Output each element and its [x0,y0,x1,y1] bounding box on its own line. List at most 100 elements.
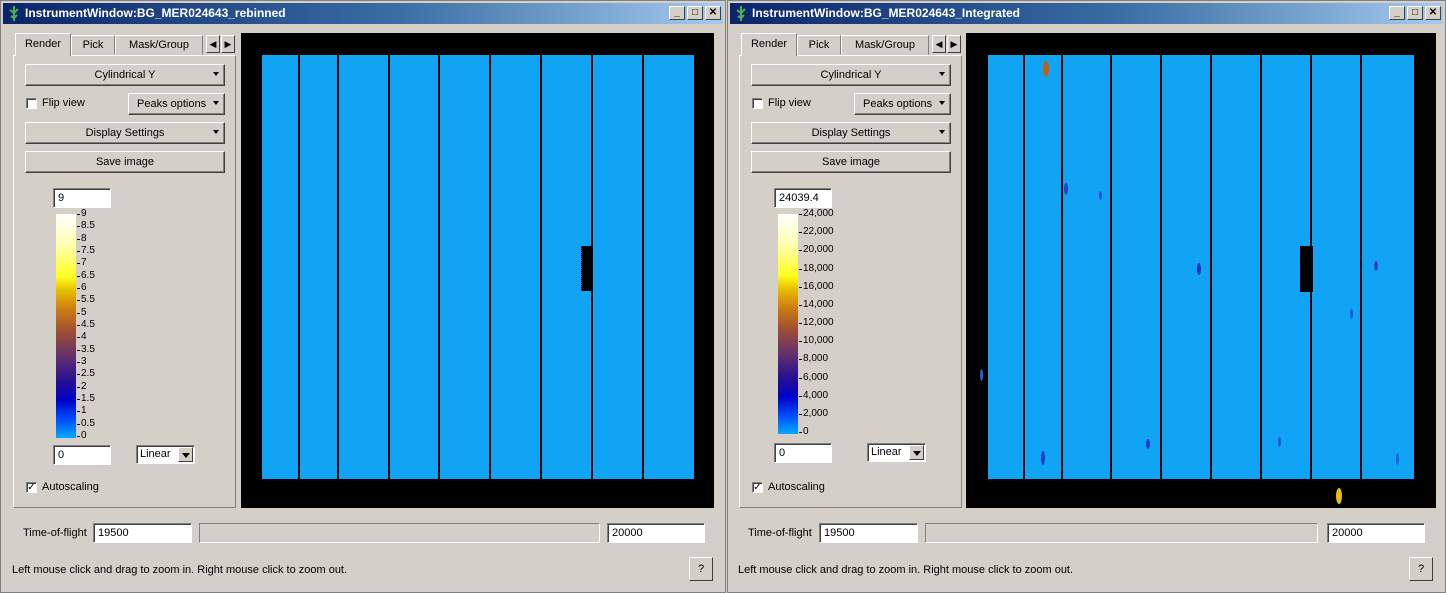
tof-min-input[interactable]: 19500 [819,523,918,543]
tab-scroll-left-button[interactable]: ◀ [932,35,946,53]
color-scale-tick: 0 [799,426,809,437]
chevron-down-icon [909,445,924,460]
status-text: Left mouse click and drag to zoom in. Ri… [738,564,1074,576]
intensity-spot [1350,309,1353,319]
intensity-spot [1146,439,1150,449]
scale-type-label: Linear [871,446,902,458]
color-max-input[interactable]: 9 [53,188,111,208]
projection-dropdown[interactable]: Cylindrical Y [25,64,225,86]
color-scale-tick: 16,000 [799,280,834,292]
beam-stop [581,246,593,291]
detector-bank [1312,55,1360,479]
color-scale-tick: 24,000 [799,208,834,219]
autoscaling-checkbox[interactable]: ✓ [26,482,37,493]
color-scale-tick: 5 [77,306,87,318]
tof-range-slider[interactable] [199,523,600,543]
close-icon: ✕ [708,7,718,18]
color-scale-tick: 4 [77,331,87,343]
tab-pick[interactable]: Pick [797,35,841,55]
color-scale-tick: 6,000 [798,371,829,383]
display-settings-button[interactable]: Display Settings [25,122,225,144]
intensity-spot [1064,183,1068,195]
maximize-button[interactable]: □ [687,6,703,20]
arrow-left-icon: ◀ [935,38,943,49]
mantid-icon [736,6,746,21]
minimize-button[interactable]: _ [669,6,685,20]
detector-bank [300,55,337,479]
instrument-view[interactable] [241,33,714,508]
color-max-input[interactable]: 24039.4 [774,188,832,208]
window-title: InstrumentWindow:BG_MER024643_Integrated [752,6,1020,20]
color-scale-tick: 12,000 [799,317,834,328]
flip-view-checkbox[interactable] [26,98,37,109]
intensity-spot [1099,191,1102,200]
instrument-view[interactable] [966,33,1436,508]
help-icon: ? [697,563,705,575]
title-bar[interactable]: InstrumentWindow:BG_MER024643_rebinned _… [3,3,723,24]
flip-view-checkbox[interactable] [752,98,763,109]
close-icon: ✕ [1428,7,1438,18]
tab-pick[interactable]: Pick [71,35,115,55]
detector-bank [1162,55,1210,479]
checkmark-icon: ✓ [753,482,762,493]
tof-max-input[interactable]: 20000 [607,523,705,543]
close-button[interactable]: ✕ [1425,6,1441,20]
detector-bank [593,55,642,479]
scale-type-select[interactable]: Linear [136,445,195,464]
tab-bar: Render Pick Mask/Group ◀ ▶ [739,33,962,56]
tab-mask-group[interactable]: Mask/Group [841,35,929,55]
color-scale-tick: 1 [77,405,87,417]
help-button[interactable]: ? [689,557,713,581]
color-min-input[interactable]: 0 [53,445,111,465]
scale-type-select[interactable]: Linear [867,443,926,462]
help-icon: ? [1417,563,1425,575]
color-min-input[interactable]: 0 [774,443,832,463]
minimize-button[interactable]: _ [1389,6,1405,20]
projection-label: Cylindrical Y [94,69,156,81]
status-text: Left mouse click and drag to zoom in. Ri… [12,564,348,576]
detector-bank [1025,55,1061,479]
save-image-button[interactable]: Save image [25,151,225,173]
chevron-down-icon [213,72,219,76]
tof-max-input[interactable]: 20000 [1327,523,1425,543]
control-panel: Render Pick Mask/Group ◀ ▶ Cylindrical Y… [13,33,236,508]
intensity-spot [1043,61,1049,77]
maximize-button[interactable]: □ [1407,6,1423,20]
close-button[interactable]: ✕ [705,6,721,20]
tof-range-slider[interactable] [925,523,1318,543]
render-tab-body: Cylindrical Y Flip view Peaks options Di… [13,55,236,508]
color-scale-bar [778,214,798,434]
color-scale-tick: 4,000 [798,389,829,401]
tab-render[interactable]: Render [741,33,797,56]
projection-dropdown[interactable]: Cylindrical Y [751,64,951,86]
intensity-spot [1374,261,1378,271]
detector-bank [262,55,298,479]
tab-mask-group[interactable]: Mask/Group [115,35,203,55]
flip-view-label: Flip view [768,97,811,109]
tab-bar: Render Pick Mask/Group ◀ ▶ [13,33,236,56]
maximize-icon: □ [691,7,699,18]
color-scale-tick: 6 [77,282,87,293]
tof-label: Time-of-flight [23,527,87,539]
color-scale-tick: 8,000 [798,353,829,365]
peaks-options-button[interactable]: Peaks options [128,93,225,115]
display-settings-label: Display Settings [811,127,891,139]
autoscaling-checkbox[interactable]: ✓ [752,482,763,493]
save-image-button[interactable]: Save image [751,151,951,173]
tab-scroll-left-button[interactable]: ◀ [206,35,220,53]
title-bar[interactable]: InstrumentWindow:BG_MER024643_Integrated… [730,3,1443,24]
minimize-icon: _ [1394,7,1400,18]
tab-scroll-right-button[interactable]: ▶ [221,35,235,53]
peaks-options-button[interactable]: Peaks options [854,93,951,115]
color-scale-tick: 10,000 [799,335,834,347]
mantid-icon [9,6,19,21]
tof-min-input[interactable]: 19500 [93,523,192,543]
tab-scroll-right-button[interactable]: ▶ [947,35,961,53]
tab-render[interactable]: Render [15,33,71,56]
scale-type-label: Linear [140,448,171,460]
color-scale-tick: 7.5 [77,245,95,256]
intensity-spot [980,369,983,381]
help-button[interactable]: ? [1409,557,1433,581]
color-scale-tick: 3 [77,356,87,367]
display-settings-button[interactable]: Display Settings [751,122,951,144]
